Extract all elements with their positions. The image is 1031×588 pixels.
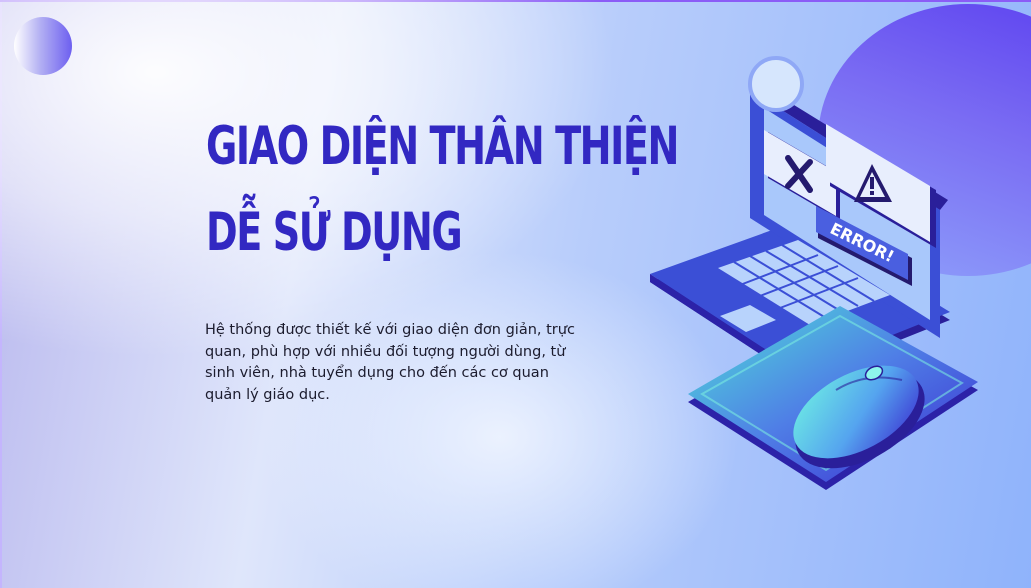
status-circle <box>748 56 804 112</box>
title-line-2: DỄ SỬ DỤNG <box>206 202 463 263</box>
slide-description: Hệ thống được thiết kế với giao diện đơn… <box>205 322 575 403</box>
laptop-error-illustration: ERROR! <box>650 56 978 490</box>
slide-title: GIAO DIỆN THÂN THIỆN DỄ SỬ DỤNG <box>206 104 679 276</box>
decorative-circle <box>14 17 72 75</box>
slide: GIAO DIỆN THÂN THIỆN DỄ SỬ DỤNG Hệ thống… <box>0 0 1031 588</box>
title-line-1: GIAO DIỆN THÂN THIỆN <box>206 116 679 177</box>
